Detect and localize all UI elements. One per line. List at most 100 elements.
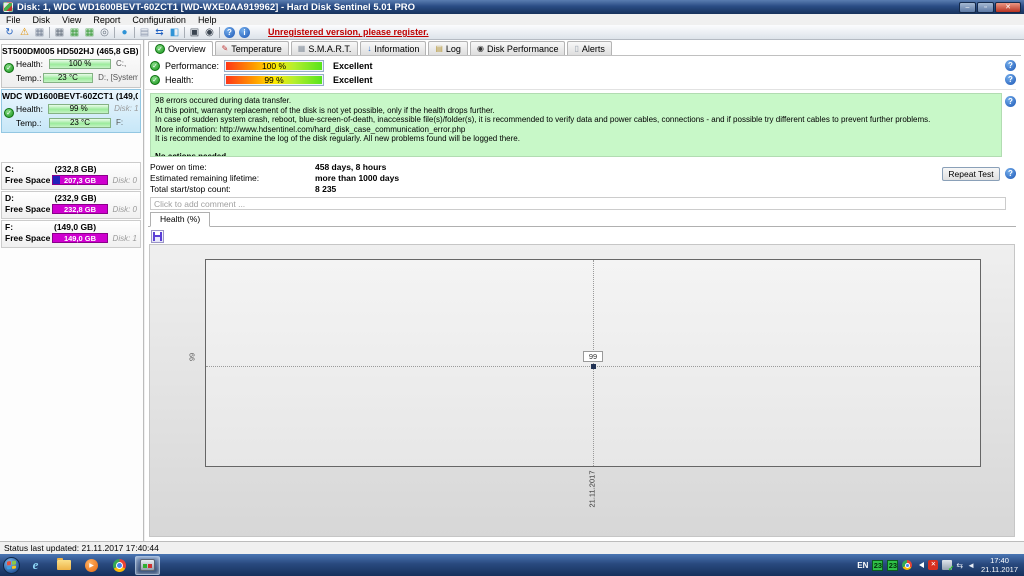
partition-letters: C:, [116, 59, 127, 68]
comment-input[interactable] [150, 197, 1006, 210]
menu-view[interactable]: View [56, 15, 87, 25]
tab-alerts[interactable]: ▯ Alerts [567, 41, 612, 55]
tab-label: Disk Performance [486, 43, 559, 54]
performance-help-icon[interactable]: ? [1005, 60, 1016, 71]
disk-performance-tab-icon: ◉ [476, 43, 484, 53]
close-button[interactable]: ✕ [995, 1, 1021, 13]
save-chart-button[interactable] [151, 230, 164, 243]
health-advisory-box: 98 errors occured during data transfer. … [150, 93, 1002, 157]
taskbar-item-media-player[interactable]: ▶ [79, 556, 104, 575]
world-icon[interactable]: ● [117, 26, 132, 39]
menu-configuration[interactable]: Configuration [126, 15, 192, 25]
internet-explorer-icon: e [32, 557, 39, 572]
app-icon [3, 2, 13, 12]
menu-help[interactable]: Help [192, 15, 223, 25]
disk-temp-row: Temp.: 23 °C F: [2, 116, 138, 129]
menu-report[interactable]: Report [87, 15, 126, 25]
performance-ok-icon: ✓ [150, 60, 160, 71]
menu-disk[interactable]: Disk [27, 15, 57, 25]
taskbar-item-internet-explorer[interactable]: e [23, 556, 48, 575]
taskbar: e ▶ EN 23 23 ✕ ✓ ⇆ ◄ 17:40 21.11.2017 [0, 554, 1024, 576]
network-status-icon[interactable]: ✓ [942, 560, 954, 573]
chart-plot-area[interactable]: 99 [205, 259, 981, 467]
repeat-test-help-icon[interactable]: ? [1005, 168, 1016, 179]
disk-search-icon[interactable]: ◎ [97, 26, 112, 39]
maximize-button[interactable]: ▫ [977, 1, 994, 13]
health-label: Health: [165, 74, 194, 85]
tab-label: Alerts [581, 43, 605, 54]
partition-item-d[interactable]: D: (232,9 GB) Free Space 232,8 GB Disk: … [1, 191, 141, 219]
tray-temperature-badge-2[interactable]: 23 [887, 559, 899, 571]
temperature-tab-icon: ✎ [221, 43, 229, 53]
free-space-bar: 149,0 GB [52, 233, 108, 243]
tray-chrome-icon[interactable] [902, 560, 913, 570]
partition-size: (149,0 GB) [53, 222, 97, 232]
tray-arrow-icon[interactable]: ◄ [967, 561, 975, 570]
tab-log[interactable]: ▤ Log [428, 41, 468, 55]
taskbar-item-explorer[interactable] [51, 556, 76, 575]
free-space-bar: 232,8 GB [52, 204, 108, 214]
hard-disk-sentinel-icon [140, 559, 155, 571]
disk-remove-icon[interactable]: ▦ [52, 26, 67, 39]
advisory-help-icon[interactable]: ? [1005, 96, 1016, 107]
information-tab-icon: ↓ [367, 43, 372, 53]
health-label: Health: [16, 103, 43, 114]
disk-temp-row: Temp.: 23 °C D:, [System R [2, 71, 138, 84]
warning-icon[interactable]: ⚠ [17, 26, 32, 39]
report-icon[interactable]: ▤ [137, 26, 152, 39]
disk-size: (465,8 GB) [96, 46, 138, 56]
free-space-value: 149,0 GB [63, 234, 97, 243]
tray-alert-icon[interactable]: ✕ [928, 560, 939, 570]
alerts-tab-icon: ▯ [574, 43, 579, 53]
disk-accept-icon[interactable]: ▦ [67, 26, 82, 39]
repeat-test-button[interactable]: Repeat Test [942, 167, 1000, 181]
monitor-icon[interactable]: ▣ [187, 26, 202, 39]
advisory-line: In case of sudden system crash, reboot, … [155, 115, 931, 124]
temp-bar: 23 °C [42, 72, 94, 83]
chrome-icon [113, 558, 126, 572]
partition-disk-number: Disk: 0 [112, 175, 137, 185]
taskbar-clock[interactable]: 17:40 21.11.2017 [981, 556, 1018, 574]
start-button[interactable] [3, 556, 20, 574]
partition-letter: F: [5, 222, 14, 232]
menu-file[interactable]: File [0, 15, 27, 25]
advisory-line: 98 errors occured during data transfer. [155, 96, 292, 105]
network-icon[interactable]: ◧ [167, 26, 182, 39]
partition-item-f[interactable]: F: (149,0 GB) Free Space 149,0 GB Disk: … [1, 220, 141, 248]
power-on-time-label: Power on time: [150, 162, 207, 172]
partition-item-c[interactable]: C: (232,8 GB) Free Space 207,3 GB Disk: … [1, 162, 141, 190]
tray-sync-icon[interactable]: ⇆ [956, 561, 963, 570]
tab-information[interactable]: ↓ Information [360, 41, 427, 55]
window-title: Disk: 1, WDC WD1600BEVT-60ZCT1 [WD-WXE0A… [17, 1, 416, 13]
partition-letters: D:, [System R [98, 73, 138, 82]
language-indicator[interactable]: EN [857, 561, 868, 570]
folder-icon [56, 558, 71, 570]
tab-temperature[interactable]: ✎ Temperature [214, 41, 289, 55]
chart-tab-health[interactable]: Health (%) [150, 212, 211, 227]
health-help-icon[interactable]: ? [1005, 74, 1016, 85]
info-icon[interactable]: i [239, 26, 250, 38]
record-icon[interactable]: ◉ [202, 26, 217, 39]
tray-temperature-badge-1[interactable]: 23 [872, 559, 884, 571]
no-actions-text: No actions needed. [155, 151, 229, 157]
temp-bar: 23 °C [49, 117, 111, 128]
disk-number: Disk: 1 [114, 104, 138, 113]
minimize-button[interactable]: – [959, 1, 976, 13]
help-icon[interactable]: ? [224, 26, 235, 38]
unregistered-link[interactable]: Unregistered version, please register. [268, 27, 429, 37]
taskbar-item-chrome[interactable] [107, 556, 132, 575]
health-row: ✓ Health: 99 % Excellent [150, 73, 373, 86]
start-stop-count-label: Total start/stop count: [150, 184, 231, 194]
tab-smart[interactable]: ▦ S.M.A.R.T. [290, 41, 359, 55]
tab-disk-performance[interactable]: ◉ Disk Performance [469, 41, 566, 55]
disk-tray-icon[interactable]: ▦ [32, 26, 47, 39]
disk-test-icon[interactable]: ▦ [82, 26, 97, 39]
disk-item-0[interactable]: ✓ ST500DM005 HD502HJ (465,8 GB) Disk: 0 … [1, 44, 141, 88]
taskbar-item-hard-disk-sentinel[interactable] [135, 555, 160, 575]
status-bar: Status last updated: 21.11.2017 17:40:44 [0, 541, 1024, 554]
speaker-icon[interactable] [916, 562, 925, 568]
refresh-icon[interactable]: ↻ [2, 26, 17, 39]
tab-overview[interactable]: ✓ Overview [148, 41, 213, 56]
disk-item-1-selected[interactable]: ✓ WDC WD1600BEVT-60ZCT1 (149,0 GB) Healt… [1, 89, 141, 133]
sync-icon[interactable]: ⇆ [152, 26, 167, 39]
